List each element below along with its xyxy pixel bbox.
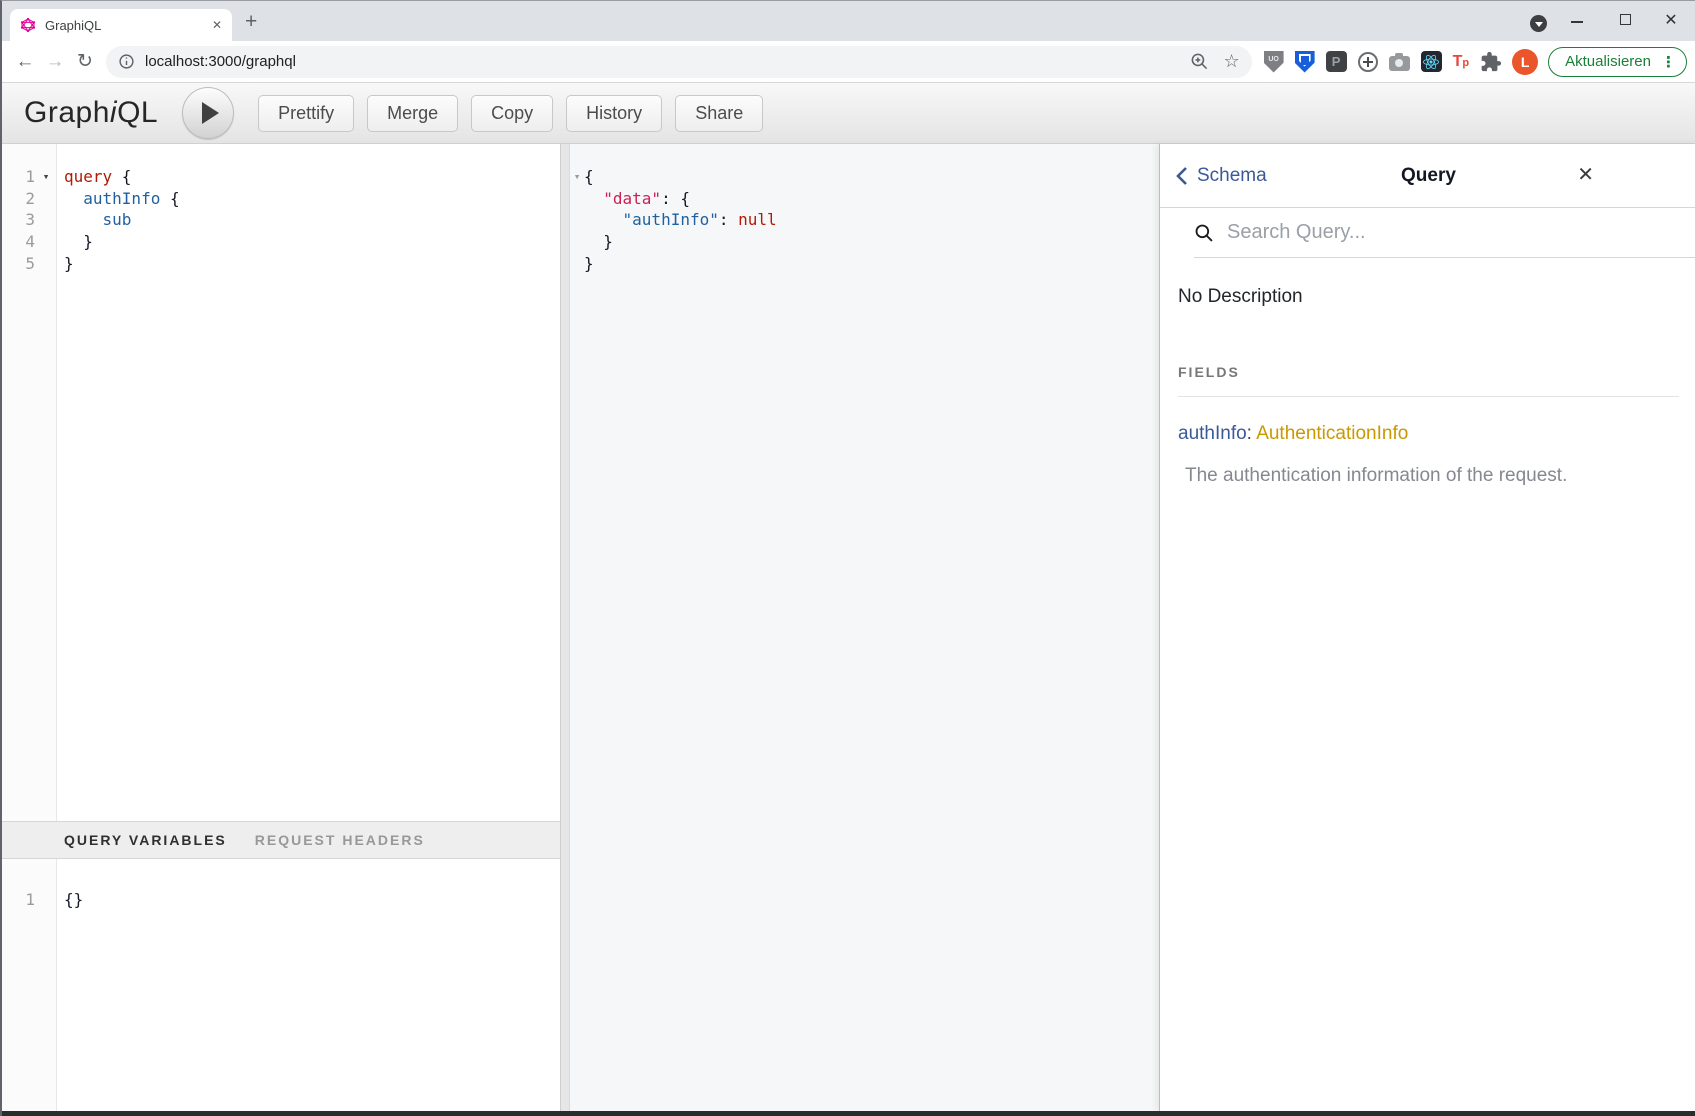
type-description: No Description (1178, 286, 1679, 308)
window-close-button[interactable]: ✕ (1654, 1, 1688, 33)
type-name-link[interactable]: AuthenticationInfo (1256, 423, 1408, 444)
back-icon[interactable]: ← (10, 51, 40, 73)
line-number: 1 (2, 889, 35, 911)
omnibox[interactable]: localhost:3000/graphql ☆ (106, 46, 1252, 78)
url-text[interactable]: localhost:3000/graphql (145, 53, 296, 70)
fold-gutter (35, 253, 57, 275)
fold-gutter (35, 188, 57, 210)
fold-gutter (35, 209, 57, 231)
doc-explorer-panel: Schema Query ✕ No Description FIELDS aut… (1159, 144, 1695, 1111)
doc-explorer-body: No Description FIELDS authInfo: Authenti… (1160, 258, 1695, 487)
field-description: The authentication information of the re… (1185, 465, 1679, 487)
bitwarden-extension-icon[interactable] (1295, 51, 1315, 73)
fold-gutter (570, 209, 584, 231)
line-number: 4 (2, 231, 35, 253)
forward-icon: → (40, 51, 70, 73)
fold-gutter (35, 889, 57, 911)
merge-button[interactable]: Merge (367, 95, 458, 132)
search-input[interactable] (1227, 221, 1695, 244)
profile-avatar[interactable]: L (1512, 49, 1538, 75)
fold-gutter (35, 231, 57, 253)
play-icon (202, 102, 219, 124)
code-line: "authInfo": null (570, 209, 1159, 231)
browser-update-button[interactable]: Aktualisieren ⋮ (1548, 47, 1687, 77)
pane-resize-handle[interactable] (560, 144, 570, 1111)
prettify-button[interactable]: Prettify (258, 95, 354, 132)
doc-search-box (1194, 208, 1695, 258)
browser-titlebar: GraphiQL ✕ + ✕ (2, 1, 1695, 41)
variables-editor[interactable]: 1{} (2, 859, 560, 1111)
line-number: 5 (2, 253, 35, 275)
react-devtools-icon[interactable] (1421, 51, 1442, 72)
history-button[interactable]: History (566, 95, 662, 132)
window-minimize-button[interactable] (1560, 1, 1594, 33)
taskbar-edge (2, 1111, 1695, 1116)
result-viewer: ▾{ "data": { "authInfo": null }} (570, 144, 1159, 1111)
code-line: } (570, 231, 1159, 253)
fold-gutter (570, 253, 584, 275)
code-line: } (570, 253, 1159, 275)
workspace: 1▾query {2 authInfo {3 sub4 }5} QUERY VA… (2, 144, 1695, 1111)
execute-query-button[interactable] (182, 87, 234, 139)
browser-menu-icon[interactable]: ⋮ (1661, 53, 1676, 71)
copy-button[interactable]: Copy (471, 95, 553, 132)
update-label: Aktualisieren (1565, 53, 1651, 70)
variables-tab-bar: QUERY VARIABLES REQUEST HEADERS (2, 821, 560, 859)
fold-gutter (570, 231, 584, 253)
ublock-extension-icon[interactable]: UO (1264, 51, 1284, 73)
extensions-puzzle-icon[interactable] (1480, 51, 1502, 73)
doc-back-label: Schema (1197, 165, 1267, 187)
browser-addressbar: ← → ↻ localhost:3000/graphql ☆ UO P Tp L (2, 41, 1695, 83)
line-number: 3 (2, 209, 35, 231)
code-line: 1{} (2, 889, 560, 911)
code-line: 2 authInfo { (2, 188, 560, 210)
window-maximize-button[interactable] (1608, 1, 1642, 33)
doc-explorer-header: Schema Query ✕ (1160, 144, 1695, 208)
p-extension-icon[interactable]: P (1326, 51, 1347, 72)
site-info-icon[interactable] (118, 53, 135, 70)
fields-heading: FIELDS (1178, 364, 1679, 397)
extensions-row: UO P Tp (1264, 51, 1503, 73)
zoom-indicator-icon[interactable] (1190, 52, 1209, 71)
graphql-favicon-icon (20, 17, 36, 33)
tp-extension-icon[interactable]: Tp (1453, 53, 1470, 71)
crosshair-extension-icon[interactable] (1358, 52, 1378, 72)
graphiql-logo: GraphiQL (24, 96, 158, 130)
fold-arrow-icon[interactable]: ▾ (35, 166, 57, 188)
graphiql-app: GraphiQL Prettify Merge Copy History Sha… (2, 83, 1695, 1111)
line-number: 1 (2, 166, 35, 188)
code-line: 1▾query { (2, 166, 560, 188)
code-line: 4 } (2, 231, 560, 253)
tab-title: GraphiQL (45, 18, 212, 33)
tab-search-icon[interactable] (1530, 15, 1547, 32)
field-name-link[interactable]: authInfo (1178, 423, 1247, 444)
fold-arrow-icon[interactable]: ▾ (570, 166, 584, 188)
code-line: ▾{ (570, 166, 1159, 188)
tab-close-icon[interactable]: ✕ (212, 18, 222, 32)
search-icon (1194, 223, 1214, 243)
query-editor[interactable]: 1▾query {2 authInfo {3 sub4 }5} (2, 144, 560, 821)
field-row: authInfo: AuthenticationInfo (1178, 423, 1679, 445)
tab-query-variables[interactable]: QUERY VARIABLES (64, 832, 227, 848)
bookmark-star-icon[interactable]: ☆ (1223, 51, 1239, 72)
camera-extension-icon[interactable] (1389, 56, 1410, 71)
code-line: 5} (2, 253, 560, 275)
tab-request-headers[interactable]: REQUEST HEADERS (255, 832, 425, 848)
share-button[interactable]: Share (675, 95, 763, 132)
fold-gutter (570, 188, 584, 210)
doc-close-icon[interactable]: ✕ (1577, 162, 1594, 187)
browser-tab[interactable]: GraphiQL ✕ (10, 9, 232, 41)
doc-back-link[interactable]: Schema (1176, 165, 1267, 187)
chevron-left-icon (1176, 166, 1188, 186)
code-line: "data": { (570, 188, 1159, 210)
code-line: 3 sub (2, 209, 560, 231)
line-number: 2 (2, 188, 35, 210)
reload-icon[interactable]: ↻ (70, 50, 100, 73)
graphiql-toolbar: GraphiQL Prettify Merge Copy History Sha… (2, 83, 1695, 144)
new-tab-button[interactable]: + (245, 10, 257, 34)
query-editor-pane[interactable]: 1▾query {2 authInfo {3 sub4 }5} QUERY VA… (2, 144, 560, 1111)
browser-window: GraphiQL ✕ + ✕ ← → ↻ localhost:3000/grap… (0, 0, 1695, 1116)
